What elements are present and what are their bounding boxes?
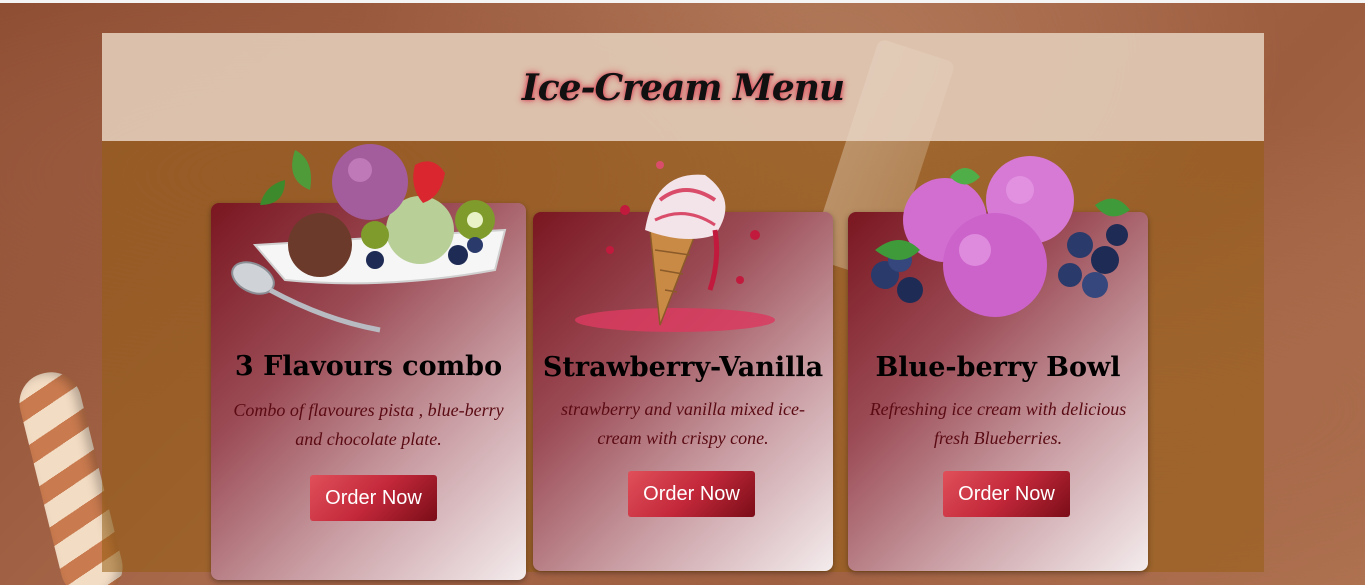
ice-cream-bowl-icon	[231, 144, 507, 333]
card-description: Refreshing ice cream with delicious fres…	[869, 399, 1127, 448]
order-now-button[interactable]: Order Now	[628, 471, 755, 517]
card-title: 3 Flavours combo	[234, 351, 503, 382]
order-now-button[interactable]: Order Now	[943, 471, 1070, 517]
ice-cream-cone-icon	[575, 161, 775, 332]
card-description: strawberry and vanilla mixed ice-cream w…	[561, 399, 805, 448]
order-now-button[interactable]: Order Now	[310, 475, 437, 521]
card-title: Strawberry-Vanilla	[542, 352, 824, 383]
blueberry-scoops-icon	[871, 156, 1130, 317]
page-title: Ice-Cream Menu	[521, 67, 845, 109]
card-title: Blue-berry Bowl	[875, 352, 1121, 383]
card-description: Combo of flavoures pista , blue-berry an…	[233, 400, 504, 449]
top-border	[0, 0, 1365, 3]
